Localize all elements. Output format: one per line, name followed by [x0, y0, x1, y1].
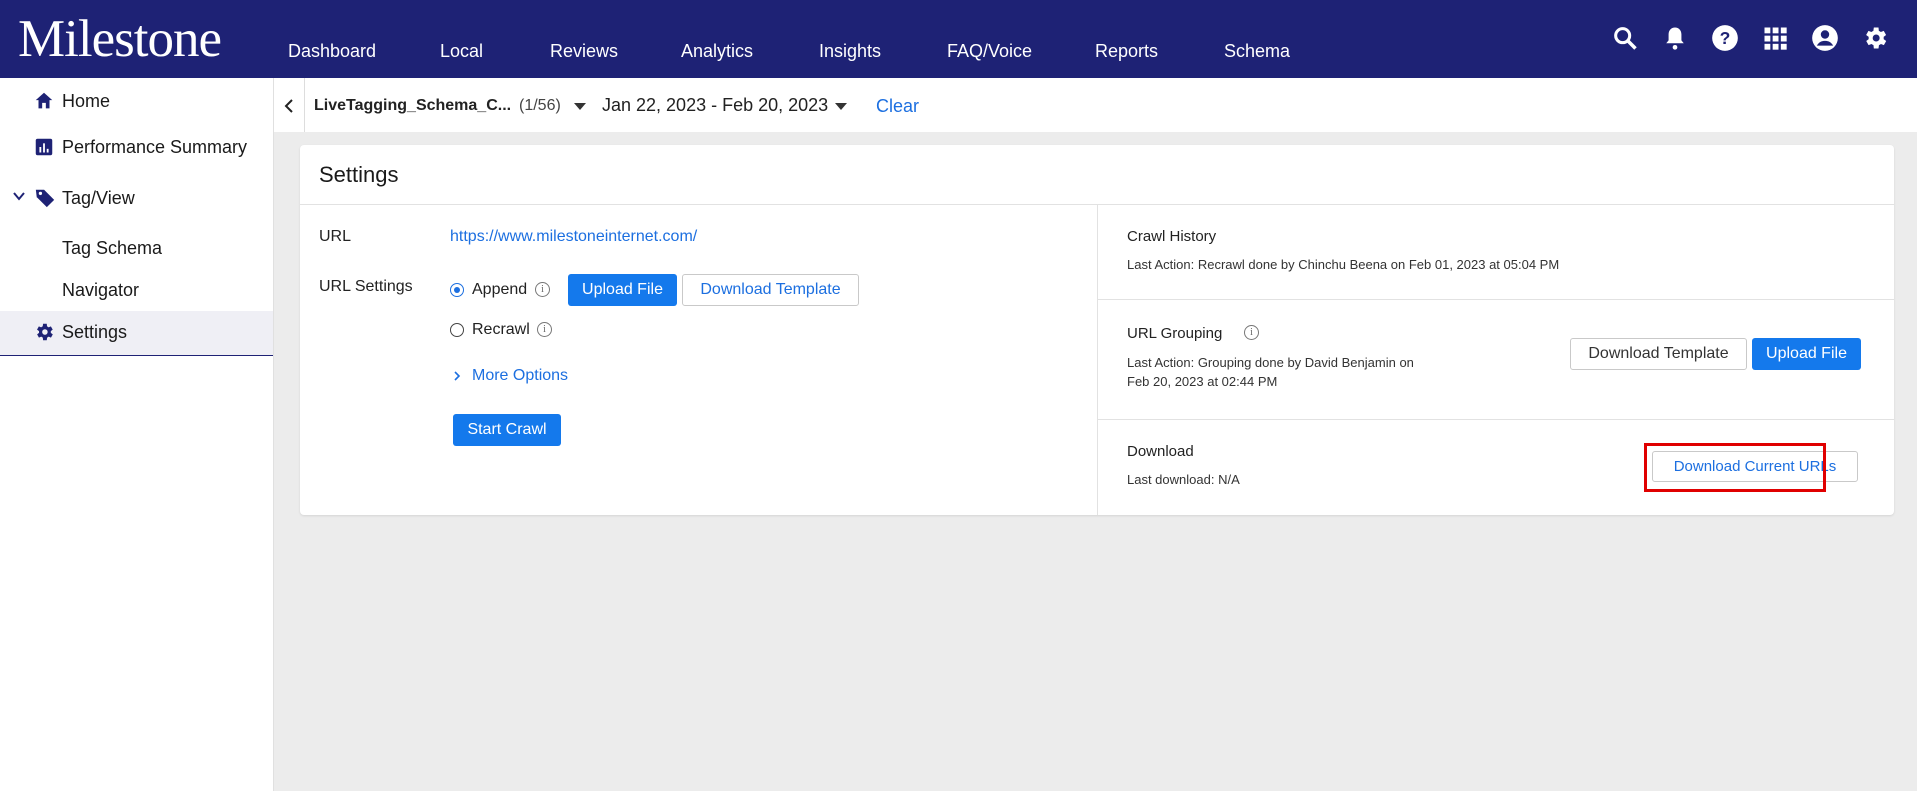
- tag-filter-value[interactable]: LiveTagging_Schema_C...: [314, 97, 511, 115]
- chevron-left-icon: [284, 99, 293, 113]
- sidebar-item-label: Performance Summary: [62, 137, 248, 157]
- last-download-text: Last download: N/A: [1127, 472, 1240, 487]
- more-options-link[interactable]: More Options: [472, 367, 568, 385]
- url-grouping-last-action: Last Action: Grouping done by David Benj…: [1127, 355, 1414, 370]
- crawl-history-last-action: Last Action: Recrawl done by Chinchu Bee…: [1127, 257, 1560, 272]
- date-dropdown-caret-icon[interactable]: [835, 103, 847, 110]
- apps-grid-icon[interactable]: [1761, 24, 1789, 52]
- url-grouping-upload-file-button[interactable]: Upload File: [1752, 338, 1861, 370]
- info-icon[interactable]: i: [535, 282, 550, 297]
- sidebar-item-performance-summary[interactable]: Performance Summary: [0, 128, 273, 164]
- tag-dropdown-caret-icon[interactable]: [574, 103, 586, 110]
- bell-icon[interactable]: [1661, 24, 1689, 52]
- search-icon[interactable]: [1611, 24, 1639, 52]
- highlight-box: [1644, 443, 1826, 492]
- nav-analytics[interactable]: Analytics: [681, 41, 753, 62]
- crawl-history-title: Crawl History: [1127, 228, 1217, 245]
- svg-text:?: ?: [1720, 28, 1731, 48]
- sidebar: Home Performance Summary Tag/View Tag Sc…: [0, 78, 274, 791]
- url-link[interactable]: https://www.milestoneinternet.com/: [450, 228, 697, 246]
- nav-reviews[interactable]: Reviews: [550, 41, 618, 62]
- download-template-button[interactable]: Download Template: [682, 274, 859, 306]
- help-icon[interactable]: ?: [1711, 24, 1739, 52]
- tag-icon: [34, 187, 56, 209]
- url-grouping-download-template-button[interactable]: Download Template: [1570, 338, 1747, 370]
- gear-icon: [33, 321, 55, 343]
- url-grouping-title: URL Grouping: [1127, 325, 1223, 342]
- top-navigation-bar: Milestone Dashboard Local Reviews Analyt…: [0, 0, 1917, 78]
- nav-schema[interactable]: Schema: [1224, 41, 1290, 62]
- date-range-value[interactable]: Jan 22, 2023 - Feb 20, 2023: [602, 95, 828, 116]
- nav-insights[interactable]: Insights: [819, 41, 881, 62]
- chevron-right-icon[interactable]: [452, 370, 462, 382]
- url-grouping-last-action-date: Feb 20, 2023 at 02:44 PM: [1127, 374, 1278, 389]
- recrawl-label: Recrawl: [472, 321, 530, 338]
- divider: [1098, 419, 1894, 420]
- nav-faq-voice[interactable]: FAQ/Voice: [947, 41, 1032, 62]
- upload-file-button[interactable]: Upload File: [568, 274, 677, 306]
- append-label: Append: [472, 281, 528, 298]
- sidebar-item-navigator[interactable]: Navigator: [62, 280, 139, 301]
- divider: [1097, 205, 1098, 515]
- clear-filter-link[interactable]: Clear: [876, 96, 919, 117]
- sidebar-item-label: Home: [62, 91, 111, 111]
- sidebar-item-label: Tag/View: [62, 188, 135, 208]
- sidebar-item-tag-schema[interactable]: Tag Schema: [62, 238, 162, 259]
- recrawl-radio[interactable]: [450, 323, 464, 337]
- append-radio[interactable]: [450, 283, 464, 297]
- sidebar-item-settings[interactable]: Settings: [0, 311, 273, 356]
- milestone-logo[interactable]: Milestone: [18, 6, 222, 72]
- info-icon[interactable]: i: [537, 322, 552, 337]
- nav-local[interactable]: Local: [440, 41, 483, 62]
- filter-bar: LiveTagging_Schema_C... (1/56) Jan 22, 2…: [274, 78, 1917, 132]
- sidebar-item-label: Settings: [62, 322, 128, 342]
- collapse-sidebar-button[interactable]: [274, 78, 305, 132]
- nav-dashboard[interactable]: Dashboard: [288, 41, 376, 62]
- info-icon[interactable]: i: [1244, 325, 1259, 340]
- sidebar-item-home[interactable]: Home: [0, 82, 273, 118]
- nav-reports[interactable]: Reports: [1095, 41, 1158, 62]
- url-label: URL: [319, 228, 352, 245]
- sidebar-item-tag-view[interactable]: Tag/View: [0, 179, 273, 215]
- gear-icon[interactable]: [1861, 24, 1889, 52]
- start-crawl-button[interactable]: Start Crawl: [453, 414, 561, 446]
- home-icon: [33, 90, 55, 112]
- chevron-down-icon[interactable]: [12, 189, 26, 203]
- account-icon[interactable]: [1811, 24, 1839, 52]
- tag-count: (1/56): [519, 97, 561, 114]
- bar-chart-icon: [33, 136, 55, 158]
- url-settings-label: URL Settings: [319, 278, 413, 295]
- page-title: Settings: [319, 162, 399, 187]
- divider: [1098, 299, 1894, 300]
- download-title: Download: [1127, 443, 1194, 460]
